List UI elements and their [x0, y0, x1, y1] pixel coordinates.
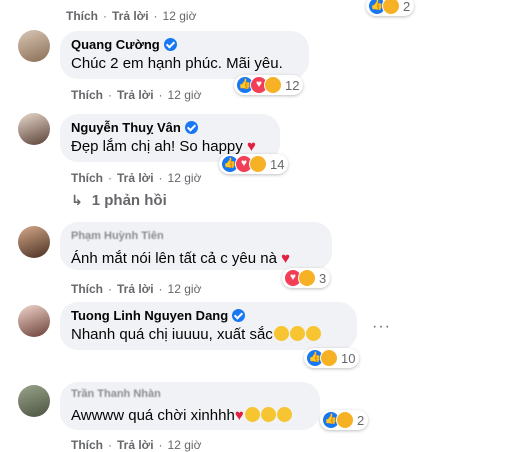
- comment-actions: Thích · Trả lời · 12 giờ: [71, 282, 202, 296]
- reaction-summary[interactable]: 👍 10: [304, 348, 360, 368]
- comment-author[interactable]: Phạm Huỳnh Tiên: [71, 230, 164, 242]
- timestamp[interactable]: 12 giờ: [168, 88, 202, 102]
- timestamp[interactable]: 12 giờ: [168, 282, 202, 296]
- reply-link[interactable]: Trả lời: [112, 9, 149, 23]
- reply-link[interactable]: Trả lời: [117, 282, 154, 296]
- reaction-summary[interactable]: 👍 ♥ 12: [234, 75, 304, 95]
- reply-link[interactable]: Trả lời: [117, 438, 154, 452]
- reaction-summary[interactable]: ♥ 3: [282, 268, 331, 288]
- comment-text: Đẹp lắm chị ah! So happy ♥: [71, 138, 256, 155]
- comment-actions: Thích · Trả lời · 12 giờ: [71, 438, 202, 452]
- heart-emoji-icon: ♥: [246, 138, 256, 155]
- comment-author[interactable]: Trần Thanh Nhàn: [71, 388, 161, 400]
- verified-badge-icon: [232, 309, 246, 322]
- view-replies-link[interactable]: ↳ 1 phản hồi: [71, 192, 167, 209]
- verified-badge-icon: [184, 121, 198, 134]
- care-icon: [336, 411, 354, 429]
- reaction-count: 10: [341, 350, 356, 366]
- reaction-summary[interactable]: 👍 ♥ 14: [219, 154, 289, 174]
- heart-emoji-icon: ♥: [281, 250, 291, 267]
- comment-text: Chúc 2 em hạnh phúc. Mãi yêu.: [71, 55, 283, 72]
- timestamp[interactable]: 12 giờ: [163, 9, 197, 23]
- avatar[interactable]: [18, 385, 50, 417]
- laughing-emoji-icon: [273, 326, 289, 341]
- comment-author[interactable]: Quang Cường: [71, 37, 177, 52]
- care-icon: [249, 155, 267, 173]
- care-icon: [382, 0, 400, 15]
- like-link[interactable]: Thích: [71, 88, 103, 102]
- reply-arrow-icon: ↳: [71, 192, 83, 208]
- comment-text: Awwww quá chời xinhhh♥: [71, 407, 292, 424]
- avatar[interactable]: [18, 226, 50, 258]
- timestamp[interactable]: 12 giờ: [168, 171, 202, 185]
- like-link[interactable]: Thích: [71, 438, 103, 452]
- comment-actions: Thích · Trả lời · 12 giờ: [71, 171, 202, 185]
- like-link[interactable]: Thích: [71, 171, 103, 185]
- like-link[interactable]: Thích: [71, 282, 103, 296]
- avatar[interactable]: [18, 30, 50, 62]
- heart-eyes-emoji-icon: [260, 407, 276, 422]
- top-comment-actions: Thích · Trả lời · 12 giờ: [66, 9, 197, 23]
- care-icon: [264, 76, 282, 94]
- timestamp[interactable]: 12 giờ: [168, 438, 202, 452]
- heart-eyes-emoji-icon: [244, 407, 260, 422]
- comment-author[interactable]: Tuong Linh Nguyen Dang: [71, 308, 246, 323]
- comment-actions: Thích · Trả lời · 12 giờ: [71, 88, 202, 102]
- care-icon: [320, 349, 338, 367]
- verified-badge-icon: [163, 38, 177, 51]
- comment-text: Nhanh quá chị iuuuu, xuất sắc: [71, 326, 321, 343]
- laughing-emoji-icon: [289, 326, 305, 341]
- comment-text: Ánh mắt nói lên tất cả c yêu nà ♥: [71, 250, 291, 267]
- avatar[interactable]: [18, 305, 50, 337]
- laughing-emoji-icon: [305, 326, 321, 341]
- reaction-count: 3: [319, 270, 327, 286]
- like-link[interactable]: Thích: [66, 9, 98, 23]
- reaction-count: 2: [403, 0, 411, 14]
- reaction-count: 12: [285, 77, 300, 93]
- heart-emoji-icon: ♥: [234, 407, 244, 424]
- more-options-button[interactable]: ···: [372, 318, 391, 336]
- comment-author[interactable]: Nguyễn Thuỵ Vân: [71, 120, 198, 135]
- reply-link[interactable]: Trả lời: [117, 88, 154, 102]
- reaction-summary[interactable]: 👍 2: [366, 0, 415, 16]
- reaction-summary[interactable]: 👍 2: [320, 410, 369, 430]
- reaction-count: 14: [270, 156, 285, 172]
- care-icon: [298, 269, 316, 287]
- heart-eyes-emoji-icon: [276, 407, 292, 422]
- avatar[interactable]: [18, 113, 50, 145]
- reaction-count: 2: [357, 412, 365, 428]
- reply-link[interactable]: Trả lời: [117, 171, 154, 185]
